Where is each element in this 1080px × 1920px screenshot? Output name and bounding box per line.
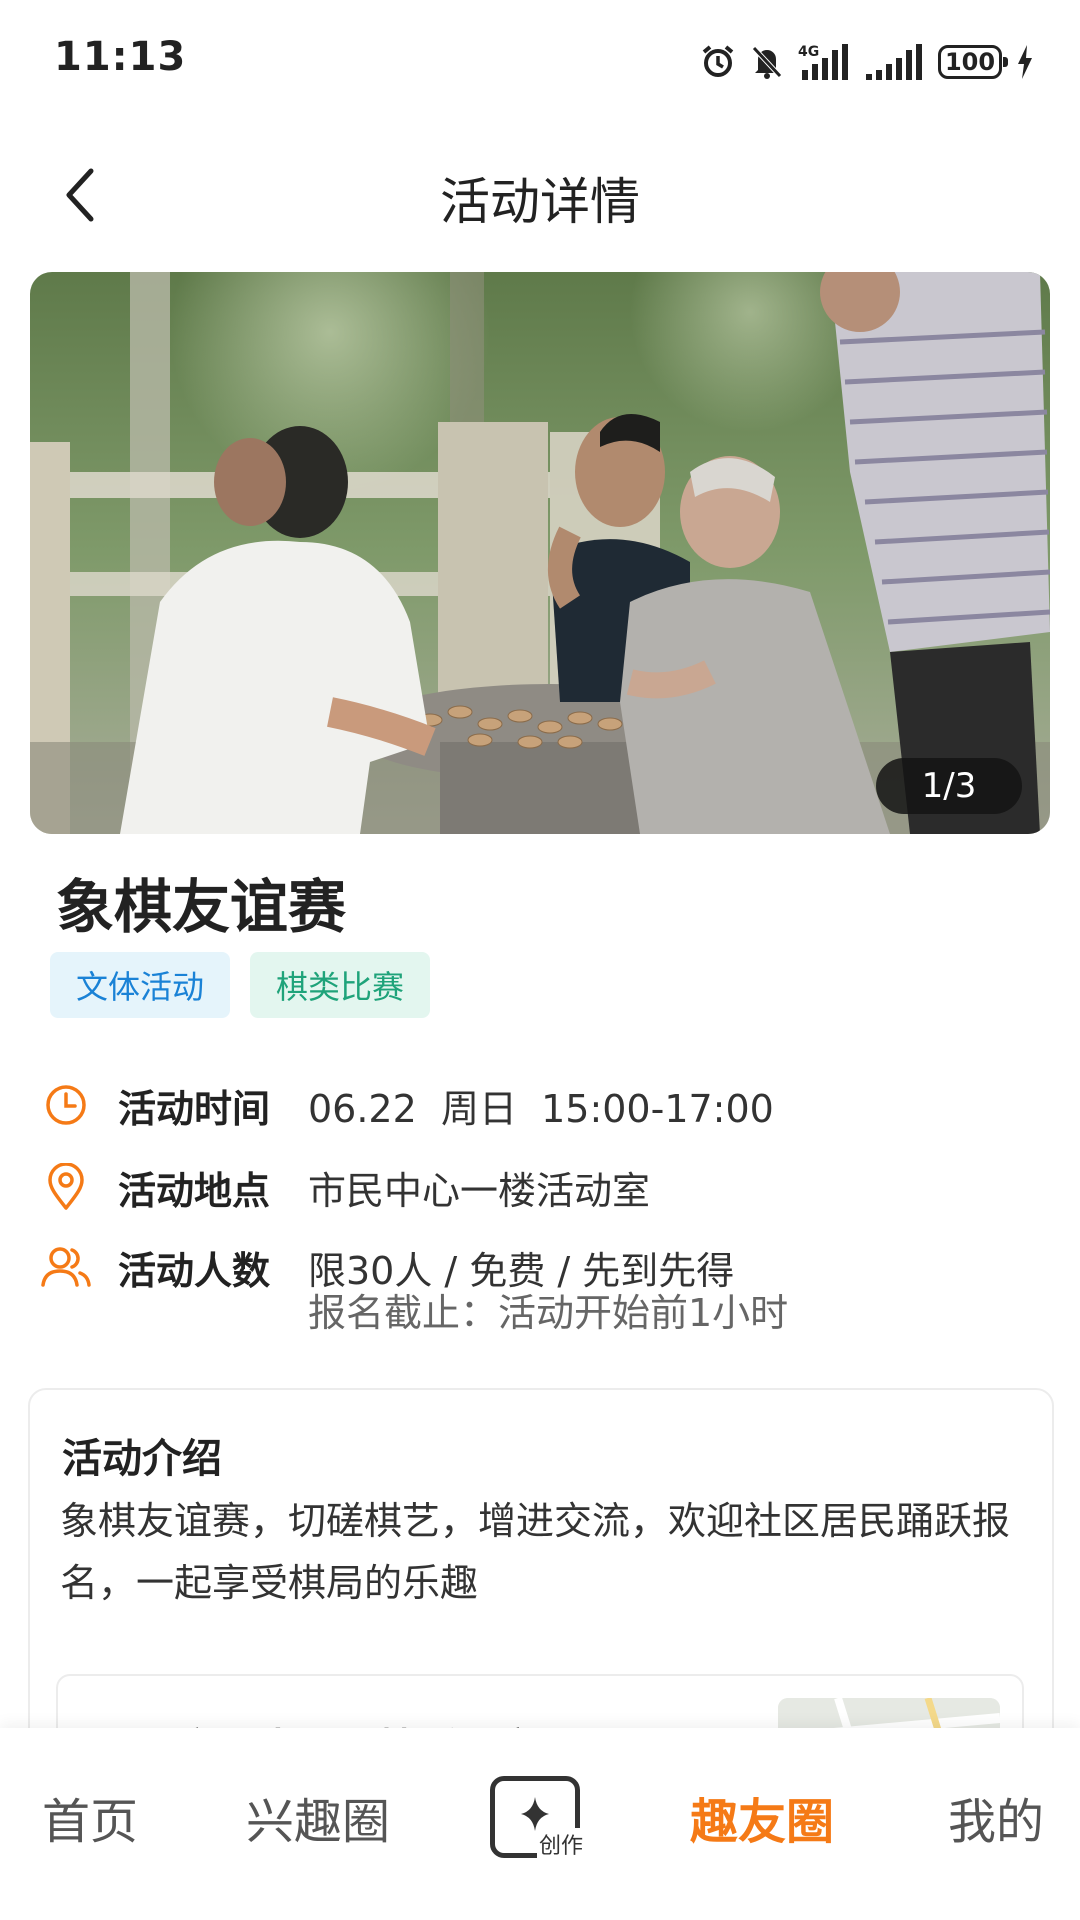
location-value: 市民中心一楼活动室 [308,1168,651,1213]
people-icon [40,1241,92,1293]
battery-level: 100 [944,48,996,76]
mute-icon [752,46,782,79]
signal-icon [866,44,922,80]
location-label: 活动地点 [118,1168,271,1213]
signal-4g-icon: 4G [798,44,848,80]
info-row-location[interactable]: 活动地点 市民中心一楼活动室 [40,1152,650,1222]
time-label: 活动时间 [118,1086,271,1131]
image-counter: 1/3 [876,758,1022,814]
nav-interest-circle[interactable]: 兴趣圈 [246,1782,390,1852]
nav-mine[interactable]: 我的 [948,1782,1044,1852]
nav-home[interactable]: 首页 [42,1782,138,1852]
location-pin-icon [40,1161,92,1213]
activity-image-carousel[interactable]: 1/3 [30,272,1050,834]
status-icons: 4G 100 [700,38,1034,86]
network-type: 4G [798,44,819,60]
charging-icon [1018,45,1032,79]
status-time: 11:13 [54,34,187,80]
nav-friends-circle[interactable]: 趣友圈 [690,1782,834,1852]
create-label: 创作 [537,1828,586,1860]
alarm-icon [702,45,734,77]
page-title: 活动详情 [440,173,640,231]
page-header: 活动详情 [0,140,1080,250]
signup-deadline: 报名截止：活动开始前1小时 [308,1291,789,1335]
activity-title: 象棋友谊赛 [56,873,347,941]
activity-photo [30,272,1050,834]
status-bar: 11:13 4G 100 [0,0,1080,120]
time-value: 06.22 周日 15:00-17:00 [308,1086,774,1131]
tag-culture-sports: 文体活动 [50,952,231,1018]
info-row-time: 活动时间 06.22 周日 15:00-17:00 [40,1070,774,1140]
people-label: 活动人数 [118,1248,271,1293]
intro-text: 象棋友谊赛，切磋棋艺，增进交流，欢迎社区居民踊跃报名，一起享受棋局的乐趣 [60,1499,1011,1605]
intro-heading: 活动介绍 [62,1436,222,1482]
bottom-navigation: 首页 兴趣圈 创作 趣友圈 我的 [0,1728,1080,1920]
tag-board-game: 棋类比赛 [250,952,431,1018]
activity-tags: 文体活动 棋类比赛 [50,952,431,1018]
battery-icon: 100 [938,45,1008,79]
clock-icon [40,1079,92,1131]
